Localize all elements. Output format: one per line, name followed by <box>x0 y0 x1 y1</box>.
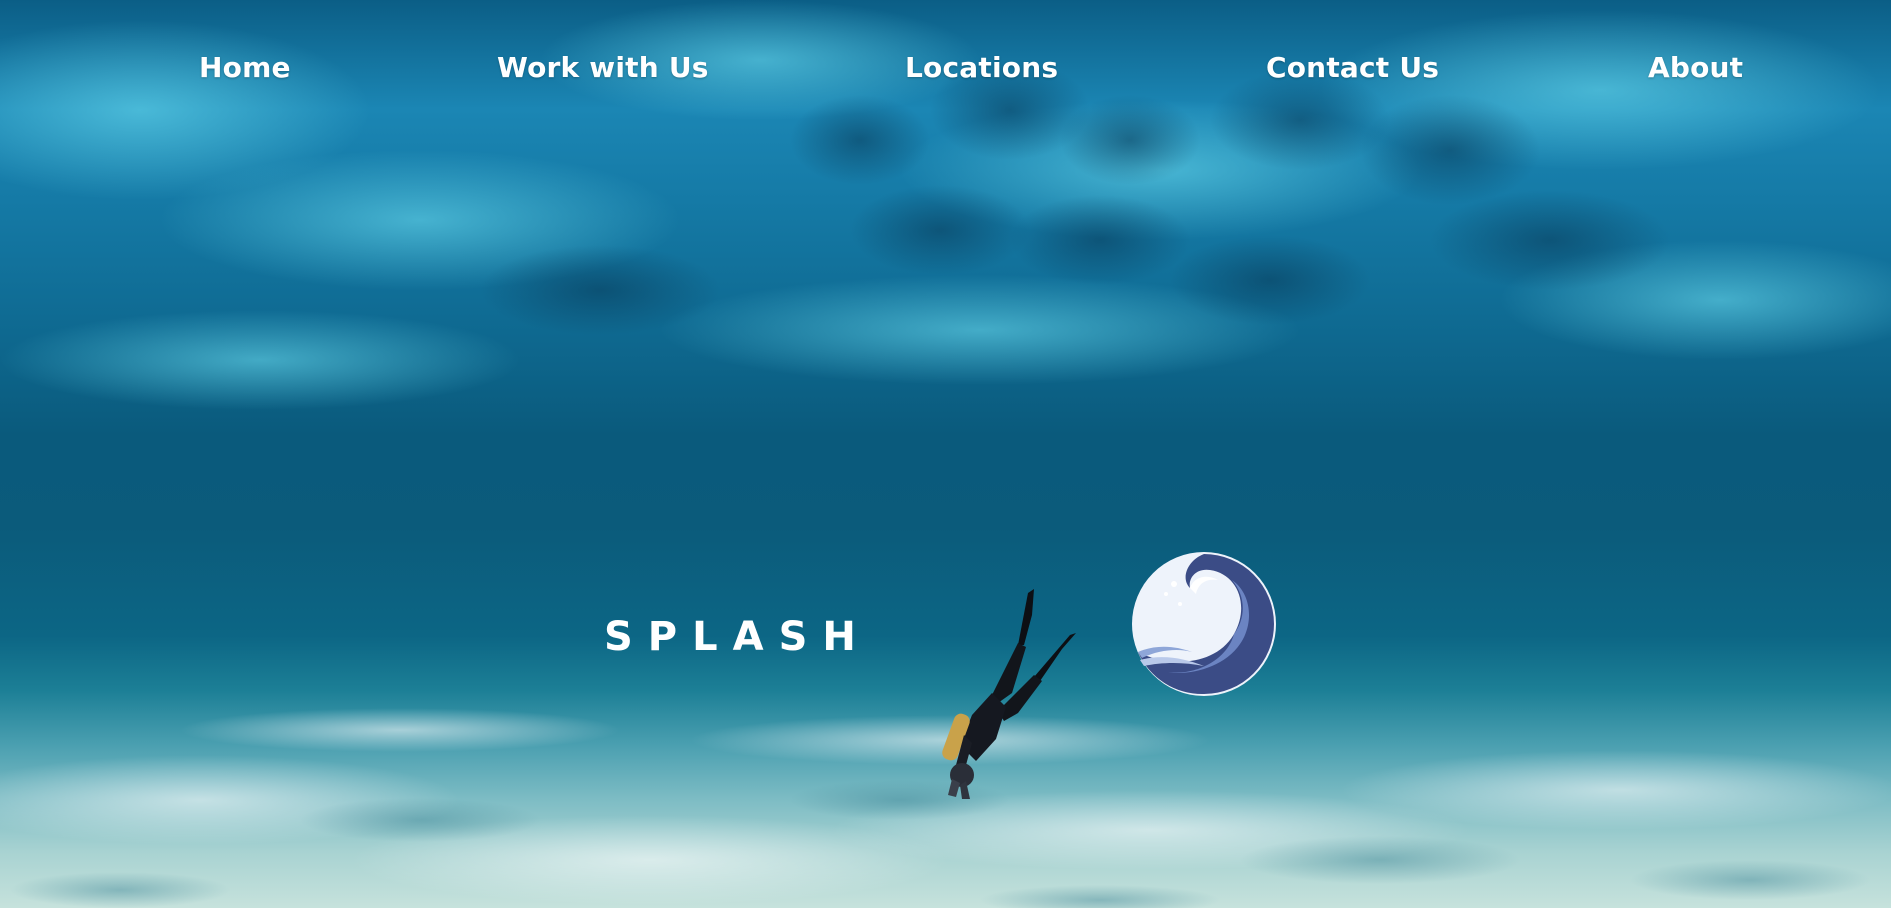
diver-illustration <box>942 589 1076 799</box>
nav-contact-us[interactable]: Contact Us <box>1266 44 1439 92</box>
wave-icon <box>1132 552 1276 696</box>
nav-locations[interactable]: Locations <box>905 44 1058 92</box>
nav-work-with-us[interactable]: Work with Us <box>497 44 709 92</box>
nav-about[interactable]: About <box>1648 44 1743 92</box>
main-nav: Home Work with Us Locations Contact Us A… <box>0 44 1891 92</box>
brand-title: SPLASH <box>604 614 871 660</box>
hero-page: Home Work with Us Locations Contact Us A… <box>0 0 1891 908</box>
nav-home[interactable]: Home <box>199 44 291 92</box>
